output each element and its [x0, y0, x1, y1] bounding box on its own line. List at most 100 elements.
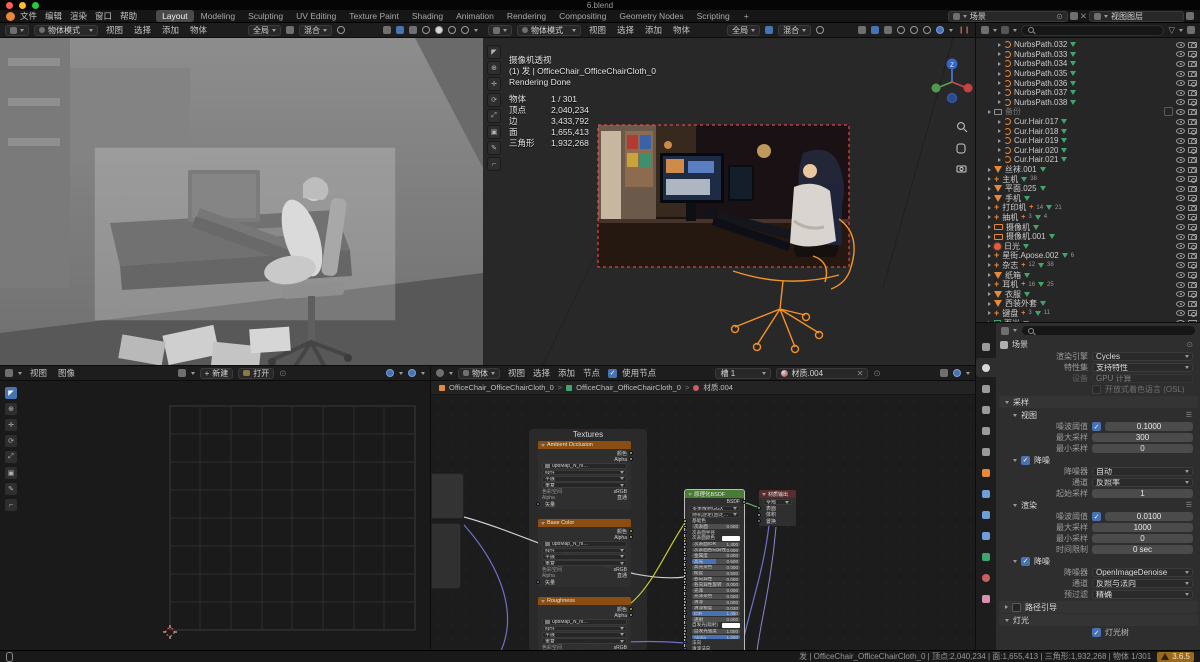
- shading-solid-icon[interactable]: [910, 26, 918, 34]
- properties-tab-material[interactable]: [976, 568, 996, 587]
- overlays-icon[interactable]: [409, 26, 417, 34]
- disclosure-icon[interactable]: [998, 52, 1001, 56]
- outliner-row[interactable]: Cur.Hair.019: [978, 136, 1200, 146]
- workspace-tab-shading[interactable]: Shading: [406, 10, 449, 22]
- measure-tool[interactable]: ⌐: [4, 498, 18, 512]
- properties-tab-tool[interactable]: [976, 337, 996, 356]
- disclosure-icon[interactable]: [988, 110, 991, 114]
- pause-render-button[interactable]: ❙❙: [958, 26, 970, 34]
- color-swatch[interactable]: [722, 536, 740, 541]
- shader-node-editor[interactable]: 物体 视图选择添加节点 ✓ 使用节点 槽 1 材质.004 ✕ ⊙ Office…: [430, 365, 975, 650]
- disclosure-icon[interactable]: [988, 168, 991, 172]
- input-slider[interactable]: 清漆糙度0.030: [692, 606, 740, 611]
- property-dropdown[interactable]: GPU 计算: [1092, 374, 1193, 384]
- editor-type-icon[interactable]: [981, 26, 989, 34]
- node-menu[interactable]: 视图: [505, 367, 528, 379]
- image-browse-icon[interactable]: [178, 369, 186, 377]
- visibility-icon[interactable]: [1176, 128, 1185, 134]
- shading-rendered-icon[interactable]: [936, 26, 944, 34]
- overlay-toggle-icon[interactable]: [953, 369, 961, 377]
- workspace-tab-layout[interactable]: Layout: [156, 10, 194, 22]
- outliner-row[interactable]: NurbsPath.036: [978, 78, 1200, 88]
- visibility-icon[interactable]: [1176, 99, 1185, 105]
- disclosure-icon[interactable]: [988, 244, 991, 248]
- input-slider[interactable]: 金属度0.000: [692, 553, 740, 558]
- input-slider[interactable]: 糙度0.500: [692, 571, 740, 576]
- viewport-3d-left[interactable]: 物体模式视图选择添加物体全局混合: [0, 23, 483, 365]
- node-header[interactable]: 材质输出: [759, 490, 796, 498]
- overlay-toggle-icon[interactable]: [408, 369, 416, 377]
- visibility-icon[interactable]: [1176, 90, 1185, 96]
- pin-icon[interactable]: ⊙: [1056, 12, 1063, 21]
- render-visibility-icon[interactable]: [1188, 42, 1197, 48]
- transform-tool[interactable]: ▣: [487, 125, 501, 139]
- mode-dropdown[interactable]: 物体模式: [517, 25, 581, 36]
- shading-wireframe-icon[interactable]: [422, 26, 430, 34]
- visibility-icon[interactable]: [1176, 42, 1185, 48]
- disclosure-icon[interactable]: [988, 311, 991, 315]
- input-slider[interactable]: 次表面IOR1.400: [692, 542, 740, 547]
- render-visibility-icon[interactable]: [1188, 253, 1197, 259]
- breadcrumb-item[interactable]: 材质.004: [703, 382, 733, 393]
- properties-tab-output[interactable]: [976, 379, 996, 398]
- render-visibility-icon[interactable]: [1188, 224, 1197, 230]
- material-selector[interactable]: 材质.004 ✕: [776, 368, 868, 379]
- render-visibility-icon[interactable]: [1188, 119, 1197, 125]
- render-visibility-icon[interactable]: [1188, 128, 1197, 134]
- principled-input-row[interactable]: 清漆法向: [685, 646, 744, 650]
- viewport-menu[interactable]: 添加: [159, 24, 182, 36]
- disclosure-icon[interactable]: [998, 158, 1001, 162]
- scale-tool[interactable]: ⤢: [4, 450, 18, 464]
- node-header[interactable]: Roughness: [538, 597, 631, 605]
- unlink-icon[interactable]: ✕: [857, 369, 864, 378]
- image-selector[interactable]: upbMap_N_hi…: [542, 619, 627, 625]
- panel-header-降噪[interactable]: ✓降噪: [999, 454, 1198, 466]
- property-slider[interactable]: 0.0100: [1105, 512, 1193, 522]
- shader-type-dropdown[interactable]: 物体: [458, 368, 500, 379]
- new-scene-icon[interactable]: [1070, 12, 1078, 20]
- input-slider[interactable]: Alpha1.000: [692, 635, 740, 640]
- outliner-search[interactable]: [1021, 25, 1164, 36]
- outliner-options-icon[interactable]: [1187, 26, 1195, 34]
- viewport-menu[interactable]: 选择: [131, 24, 154, 36]
- add-workspace-button[interactable]: +: [738, 10, 755, 22]
- shading-material-preview-icon[interactable]: [448, 26, 456, 34]
- visibility-icon[interactable]: [1176, 282, 1185, 288]
- move-tool[interactable]: ✛: [4, 418, 18, 432]
- principled-input-row[interactable]: 次表面IOR1.400: [685, 541, 744, 547]
- node-header[interactable]: 原理化BSDF: [685, 490, 744, 498]
- mode-dropdown[interactable]: 物体模式: [34, 25, 98, 36]
- render-visibility-icon[interactable]: [1188, 109, 1197, 115]
- viewport-menu[interactable]: 视图: [103, 24, 126, 36]
- visibility-icon[interactable]: [1176, 195, 1185, 201]
- select-tool[interactable]: ◤: [4, 386, 18, 400]
- disclosure-icon[interactable]: [988, 254, 991, 258]
- property-dropdown[interactable]: OpenImageDenoise: [1092, 568, 1193, 578]
- visibility-icon[interactable]: [1176, 262, 1185, 268]
- outliner-row[interactable]: NurbsPath.037: [978, 88, 1200, 98]
- blender-logo-icon[interactable]: [6, 12, 15, 21]
- disclosure-icon[interactable]: [988, 235, 991, 239]
- properties-tab-particles[interactable]: [976, 505, 996, 524]
- property-dropdown[interactable]: 反照率: [1092, 478, 1193, 488]
- render-visibility-icon[interactable]: [1188, 167, 1197, 173]
- property-dropdown[interactable]: 精确: [1092, 590, 1193, 600]
- cursor-tool[interactable]: ⊕: [487, 61, 501, 75]
- shading-wireframe-icon[interactable]: [897, 26, 905, 34]
- visibility-icon[interactable]: [1176, 157, 1185, 163]
- gizmo-icon[interactable]: [871, 26, 879, 34]
- disclosure-icon[interactable]: [998, 148, 1001, 152]
- disclosure-icon[interactable]: [988, 292, 991, 296]
- input-slider[interactable]: 高光染色0.000: [692, 565, 740, 570]
- gizmo-icon[interactable]: [396, 26, 404, 34]
- workspace-tab-sculpting[interactable]: Sculpting: [242, 10, 289, 22]
- visibility-icon[interactable]: [1176, 214, 1185, 220]
- panel-header-视图[interactable]: 视图☰: [999, 409, 1198, 421]
- topbar-menu[interactable]: 文件: [17, 10, 40, 22]
- render-visibility-icon[interactable]: [1188, 214, 1197, 220]
- input-slider[interactable]: IOR1.450: [692, 611, 740, 616]
- visibility-icon[interactable]: [1176, 138, 1185, 144]
- breadcrumb-item[interactable]: OfficeChair_OfficeChairCloth_0: [576, 383, 681, 392]
- node-menu[interactable]: 节点: [580, 367, 603, 379]
- render-visibility-icon[interactable]: [1188, 80, 1197, 86]
